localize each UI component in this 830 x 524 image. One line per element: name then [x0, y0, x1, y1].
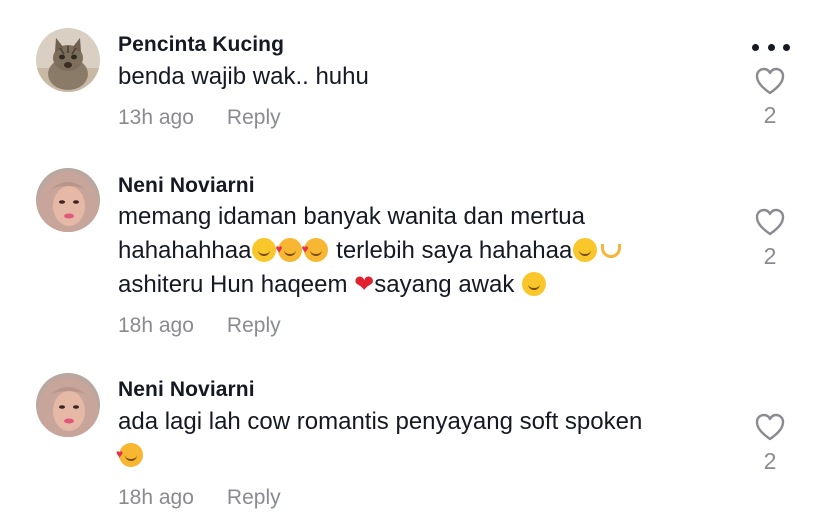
text-segment: sayang awak [374, 271, 522, 298]
comment-text: memang idaman banyak wanita dan mertua h… [118, 200, 728, 302]
avatar[interactable] [36, 28, 100, 92]
comment-timestamp: 18h ago [118, 486, 194, 509]
like-count: 2 [763, 102, 777, 128]
comment-text-line [116, 437, 728, 473]
heart-hands-emoji-icon [599, 238, 623, 262]
comment-text: ada lagi lah cow romantis penyayang soft… [116, 405, 728, 473]
avatar[interactable] [36, 168, 100, 232]
comment-username[interactable]: Neni Noviarni [118, 378, 255, 402]
comment-text: benda wajib wak.. huhu [118, 63, 369, 90]
text-segment: hahahahhaa [118, 237, 252, 264]
comment-meta: 18h ago Reply [118, 314, 281, 338]
face-hand-over-mouth-emoji-icon [573, 238, 598, 262]
smiling-hearts-emoji-icon [301, 232, 329, 266]
dot-icon [752, 43, 759, 51]
comment-username[interactable]: Pencinta Kucing [118, 33, 284, 57]
dot-icon [783, 43, 790, 51]
comment-timestamp: 13h ago [118, 106, 194, 129]
heart-outline-icon [755, 67, 785, 95]
woman-avatar-image [36, 168, 100, 232]
text-segment: ashiteru Hun haqeem [118, 271, 355, 298]
like-button[interactable]: 2 [744, 207, 796, 270]
like-count: 2 [763, 448, 777, 474]
comment-text-line: ashiteru Hun haqeem ❤sayang awak [118, 268, 728, 302]
comment-meta: 13h ago Reply [118, 106, 281, 130]
rofl-emoji-icon [252, 238, 277, 262]
dot-icon [767, 43, 775, 51]
heart-outline-icon [755, 413, 785, 441]
avatar[interactable] [36, 373, 100, 437]
comment-text-line: ada lagi lah cow romantis penyayang soft… [118, 405, 728, 439]
cat-avatar-image [36, 28, 100, 92]
heart-outline-icon [755, 208, 785, 236]
text-segment: memang idaman banyak wanita dan mertua [118, 203, 585, 230]
comment-text-line: memang idaman banyak wanita dan mertua [118, 200, 728, 234]
reply-button[interactable]: Reply [227, 106, 281, 130]
red-heart-emoji-icon: ❤ [354, 271, 375, 298]
like-count: 2 [763, 243, 777, 269]
comment-meta: 18h ago Reply [118, 486, 281, 510]
text-segment: ada lagi lah cow romantis penyayang soft… [118, 408, 643, 435]
more-options-button[interactable] [752, 42, 790, 52]
text-segment: terlebih saya hahahaa [329, 237, 573, 264]
comment-timestamp: 18h ago [118, 314, 194, 337]
like-button[interactable]: 2 [744, 66, 796, 129]
reply-button[interactable]: Reply [227, 486, 281, 510]
kissing-face-emoji-icon [522, 272, 547, 296]
comment-text-line: hahahahhaa terlebih saya hahahaa [118, 232, 728, 268]
smiling-hearts-emoji-icon [116, 437, 143, 471]
like-button[interactable]: 2 [744, 412, 796, 475]
comment-username[interactable]: Neni Noviarni [118, 174, 255, 198]
woman-avatar-image [36, 373, 100, 437]
smiling-hearts-emoji-icon [275, 232, 303, 266]
reply-button[interactable]: Reply [227, 314, 281, 338]
